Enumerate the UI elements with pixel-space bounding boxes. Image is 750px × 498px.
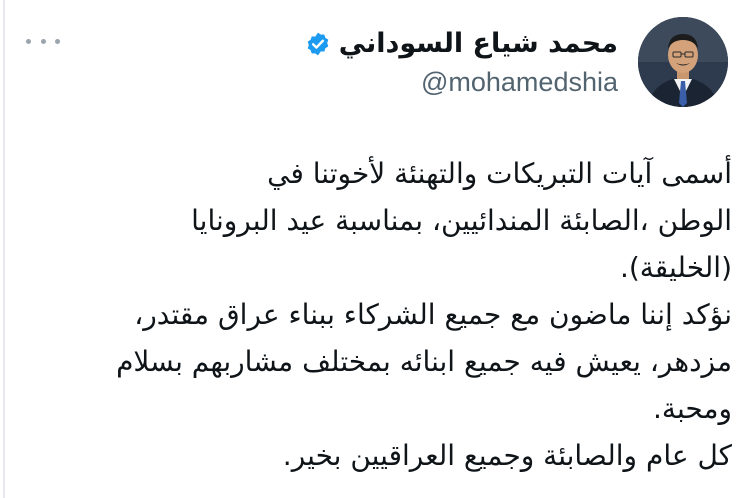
tweet-text-line: (الخليقة).: [619, 251, 732, 284]
tweet-text: أسمى آيات التبريكات والتهنئة لأخوتنا في …: [116, 150, 732, 479]
author-handle[interactable]: @mohamedshia: [305, 64, 618, 100]
author-display-name[interactable]: محمد شياع السوداني: [339, 24, 618, 64]
author-name-row: محمد شياع السوداني: [305, 24, 618, 64]
tweet-text-line: كل عام والصابئة وجميع العراقيين بخير.: [282, 439, 732, 472]
thread-divider: [3, 0, 5, 498]
tweet-author-header: محمد شياع السوداني @mohamedshia: [305, 24, 618, 100]
tweet-text-line: مزدهر، يعيش فيه جميع ابنائه بمختلف مشارب…: [116, 345, 732, 378]
tweet-card: محمد شياع السوداني @mohamedshia أسمى آيا…: [0, 0, 750, 498]
tweet-text-line: أسمى آيات التبريكات والتهنئة لأخوتنا في: [267, 157, 732, 190]
tweet-text-line: الوطن ،الصابئة المندائيين، بمناسبة عيد ا…: [191, 204, 732, 237]
verified-badge-icon: [307, 32, 329, 56]
profile-photo-avatar: [638, 17, 728, 107]
more-horizontal-icon-dot: [40, 38, 46, 44]
more-options-button[interactable]: [26, 30, 60, 52]
more-horizontal-icon: [26, 38, 31, 44]
tweet-text-line: نؤكد إننا ماضون مع جميع الشركاء ببناء عر…: [134, 298, 732, 331]
avatar[interactable]: [638, 17, 728, 107]
tweet-text-line: ومحبة.: [653, 392, 732, 425]
more-horizontal-icon-dot: [55, 38, 60, 44]
